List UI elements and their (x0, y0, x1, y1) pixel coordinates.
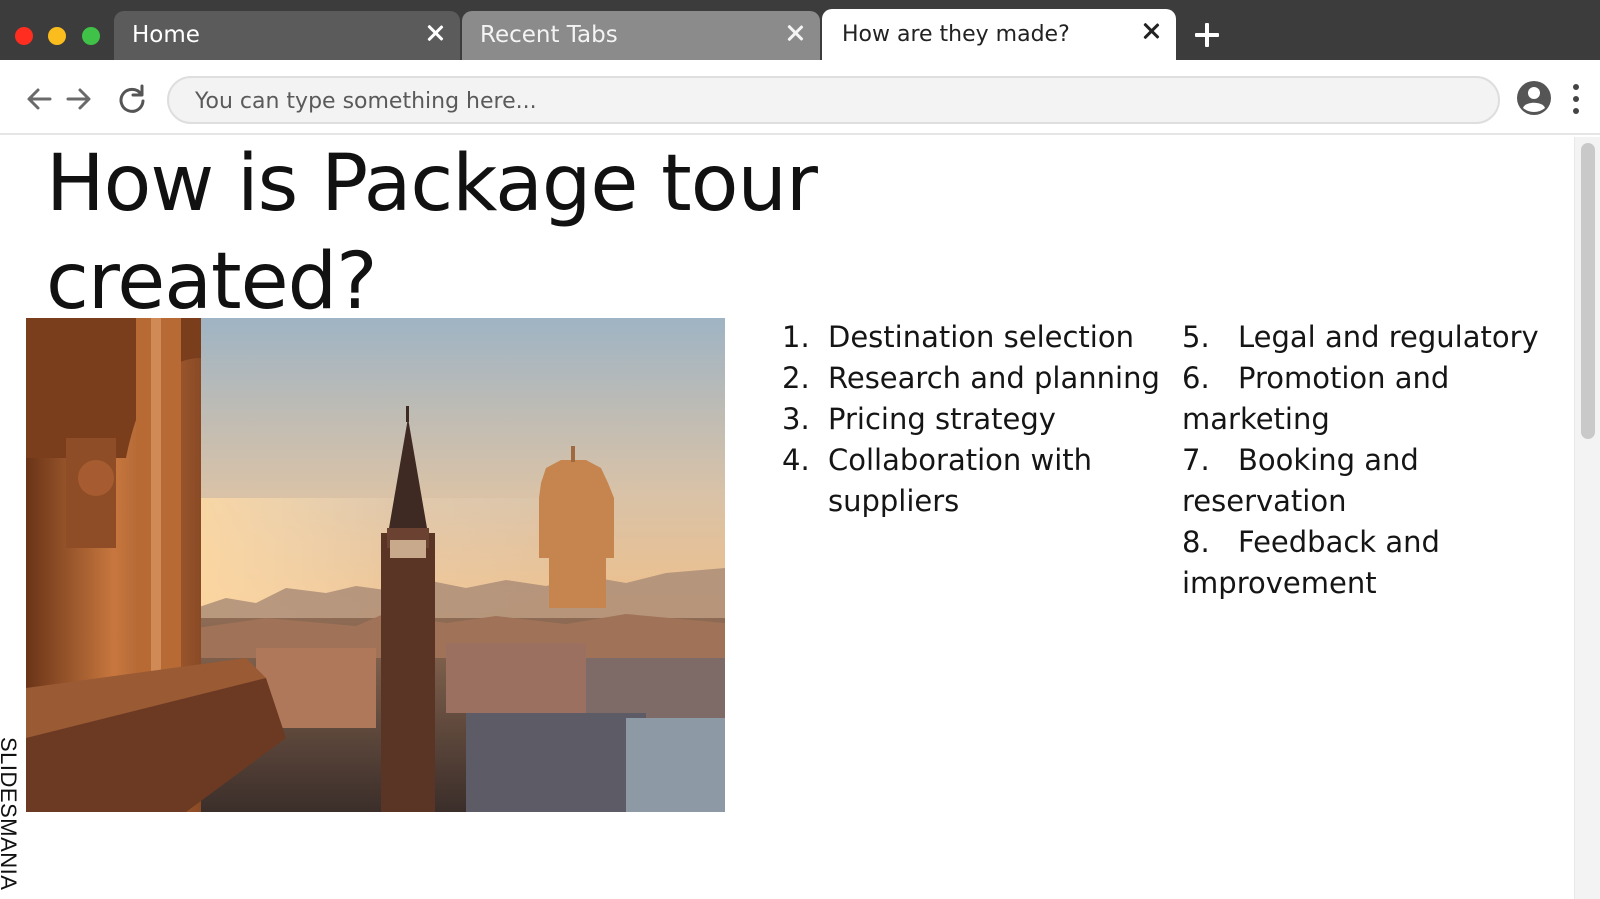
steps-list-left: 1. Destination selection 2. Research and p… (782, 317, 1162, 522)
watermark-text: SLIDESMANIA (0, 737, 21, 891)
tab-home-label: Home (132, 22, 200, 48)
forward-arrow-icon[interactable] (62, 82, 96, 116)
page-content: How is Package tour created? 1. Destinat… (0, 137, 1574, 899)
list-item: 5. Legal and regulatory (1182, 320, 1539, 354)
slide-title: How is Package tour created? (46, 139, 818, 327)
tab-recent-tabs-label: Recent Tabs (480, 22, 618, 48)
close-icon[interactable] (784, 22, 806, 44)
more-menu-icon[interactable] (1568, 82, 1584, 116)
tab-active-label: How are they made? (842, 22, 1070, 47)
window-maximize-dot[interactable] (82, 27, 100, 45)
address-bar[interactable] (167, 76, 1500, 124)
profile-icon[interactable] (1515, 79, 1553, 117)
tab-home[interactable]: Home (114, 11, 460, 60)
list-item: 4. Collaboration with suppliers (782, 443, 1093, 518)
list-item: 6. Promotion and marketing (1182, 361, 1450, 436)
back-arrow-icon[interactable] (22, 82, 56, 116)
reload-icon[interactable] (115, 82, 149, 116)
list-item: 7. Booking and reservation (1182, 443, 1419, 518)
list-item: 8. Feedback and improvement (1182, 525, 1440, 600)
window-minimize-dot[interactable] (48, 27, 66, 45)
browser-toolbar (0, 60, 1600, 135)
scrollbar-thumb[interactable] (1581, 143, 1595, 439)
browser-titlebar: Home Recent Tabs How are they made? (0, 0, 1600, 64)
slidesmania-watermark: SLIDESMANIA (0, 737, 27, 897)
list-item: 1. Destination selection (782, 320, 1134, 354)
close-icon[interactable] (1140, 20, 1162, 42)
tab-how-are-they-made[interactable]: How are they made? (822, 9, 1176, 64)
window-close-dot[interactable] (15, 27, 33, 45)
address-input[interactable] (195, 87, 1455, 115)
tab-recent-tabs[interactable]: Recent Tabs (462, 11, 820, 60)
city-skyline-photo (26, 318, 725, 812)
list-item: 2. Research and planning (782, 361, 1160, 395)
list-item: 3. Pricing strategy (782, 402, 1056, 436)
plus-icon[interactable] (1194, 22, 1220, 48)
close-icon[interactable] (424, 22, 446, 44)
vertical-scrollbar[interactable] (1574, 137, 1600, 899)
steps-list-right: 5. Legal and regulatory 6. Promotion and m… (1182, 317, 1562, 604)
